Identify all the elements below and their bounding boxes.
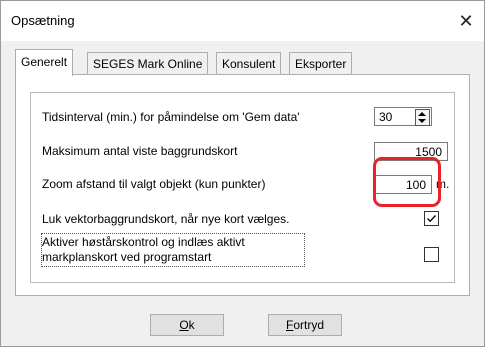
ok-button-label: k [188, 318, 195, 332]
save-interval-value: 30 [379, 110, 393, 124]
title-bar: Opsætning ✕ [1, 1, 484, 41]
cancel-button-label: ortryd [293, 318, 325, 332]
close-vector-maps-label: Luk vektorbaggrundskort, når nye kort væ… [42, 212, 290, 226]
tab-eksporter[interactable]: Eksporter [289, 52, 353, 75]
ok-button[interactable]: Ok [150, 314, 224, 336]
spin-down-icon[interactable] [418, 119, 426, 123]
settings-dialog: Opsætning ✕ Generelt SEGES Mark Online K… [0, 0, 485, 347]
tab-generelt[interactable]: Generelt [15, 49, 74, 76]
tab-seges-mark-online[interactable]: SEGES Mark Online [87, 52, 209, 75]
harvest-check-checkbox[interactable] [424, 247, 439, 262]
harvest-check-label-line2: markplanskort ved programstart [42, 250, 212, 264]
spin-up-icon[interactable] [418, 112, 426, 116]
save-interval-label: Tidsinterval (min.) for påmindelse om 'G… [42, 110, 300, 124]
spinner-buttons[interactable] [415, 109, 430, 126]
close-vector-maps-checkbox[interactable] [424, 211, 439, 226]
window-title: Opsætning [11, 13, 75, 28]
ok-button-accelerator: O [179, 318, 189, 332]
close-icon[interactable]: ✕ [452, 7, 480, 35]
highlight-annotation [373, 157, 441, 207]
harvest-check-label-line1: Aktiver høstårskontrol og indlæs aktivt [42, 235, 245, 249]
save-interval-spinner[interactable]: 30 [374, 107, 432, 126]
cancel-button[interactable]: Fortryd [268, 314, 342, 336]
tab-konsulent[interactable]: Konsulent [216, 52, 282, 75]
max-background-maps-label: Maksimum antal viste baggrundskort [42, 144, 238, 158]
zoom-distance-label: Zoom afstand til valgt objekt (kun punkt… [42, 177, 266, 191]
checkmark-icon [427, 215, 436, 223]
